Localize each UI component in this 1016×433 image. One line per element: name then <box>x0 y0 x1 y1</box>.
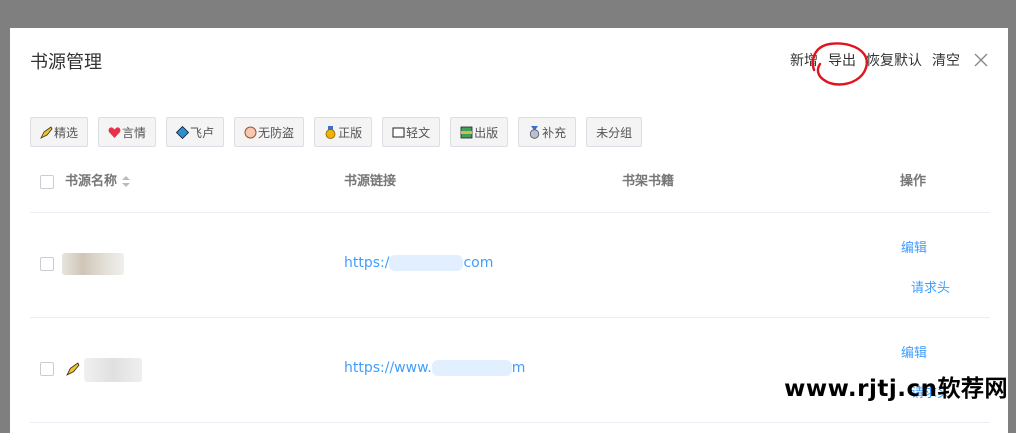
row-checkbox[interactable] <box>40 257 54 271</box>
blurred-source-name <box>62 253 124 275</box>
group-filter-tags: 精选 言情 飞卢 无防盗 正版 轻文 出版 补充 未分组 <box>30 117 652 147</box>
restore-default-button[interactable]: 恢复默认 <box>866 50 922 70</box>
pen-icon <box>40 125 53 139</box>
tag-label: 轻文 <box>406 125 431 140</box>
blurred-source-name <box>84 358 142 382</box>
select-all-checkbox[interactable] <box>40 175 54 189</box>
pen-icon <box>66 361 80 380</box>
dialog-title: 书源管理 <box>30 52 102 73</box>
tag-feilu[interactable]: 飞卢 <box>166 117 225 147</box>
tag-published[interactable]: 出版 <box>450 117 509 147</box>
header-actions: 新增 导出 恢复默认 清空 <box>780 50 990 70</box>
tag-light-novel[interactable]: 轻文 <box>382 117 441 147</box>
add-button[interactable]: 新增 <box>790 50 818 70</box>
header-name-label: 书源名称 <box>65 174 118 189</box>
badge-icon <box>244 126 257 139</box>
source-link[interactable]: https:/ com <box>344 255 493 271</box>
header-link: 书源链接 <box>344 174 397 189</box>
header-shelf-books: 书架书籍 <box>622 174 675 189</box>
tag-label: 未分组 <box>596 125 633 140</box>
header-actions: 操作 <box>900 174 927 189</box>
tag-no-antitheft[interactable]: 无防盗 <box>234 117 305 147</box>
books-icon <box>460 126 473 139</box>
tag-supplement[interactable]: 补充 <box>518 117 577 147</box>
diamond-icon <box>175 125 190 139</box>
tag-featured[interactable]: 精选 <box>30 117 89 147</box>
ribbon-medal-icon <box>528 125 541 139</box>
blurred-link-domain <box>389 255 464 271</box>
header-name: 书源名称 <box>65 168 131 196</box>
table-row: https:/ com 编辑 请求头 <box>30 213 990 318</box>
tag-label: 言情 <box>122 125 147 140</box>
tag-genuine[interactable]: 正版 <box>314 117 373 147</box>
tag-label: 精选 <box>54 125 79 140</box>
row-checkbox[interactable] <box>40 362 54 376</box>
heart-icon <box>108 126 121 139</box>
tag-label: 出版 <box>474 125 499 140</box>
tag-label: 补充 <box>542 125 567 140</box>
source-link[interactable]: https://www. m <box>344 360 525 376</box>
tag-ungrouped[interactable]: 未分组 <box>586 117 643 147</box>
site-watermark: www.rjtj.cn软荐网 <box>784 376 1008 402</box>
edit-button[interactable]: 编辑 <box>901 237 927 256</box>
sort-icon[interactable] <box>122 175 131 188</box>
blurred-link-domain <box>431 360 512 376</box>
export-button[interactable]: 导出 <box>828 50 856 70</box>
link-suffix: com <box>463 255 494 271</box>
close-icon[interactable] <box>972 51 990 69</box>
table-header: 书源名称 书源链接 书架书籍 操作 <box>30 168 990 213</box>
request-header-button[interactable]: 请求头 <box>911 277 950 296</box>
clear-button[interactable]: 清空 <box>932 50 960 70</box>
link-prefix: https://www. <box>344 360 432 376</box>
tag-label: 无防盗 <box>258 125 295 140</box>
tag-romance[interactable]: 言情 <box>98 117 157 147</box>
link-suffix: m <box>511 360 526 376</box>
link-prefix: https:/ <box>344 255 390 271</box>
tag-label: 飞卢 <box>190 125 215 140</box>
medal-icon <box>324 125 337 139</box>
book-icon <box>392 126 405 139</box>
edit-button[interactable]: 编辑 <box>901 342 927 361</box>
tag-label: 正版 <box>338 125 363 140</box>
